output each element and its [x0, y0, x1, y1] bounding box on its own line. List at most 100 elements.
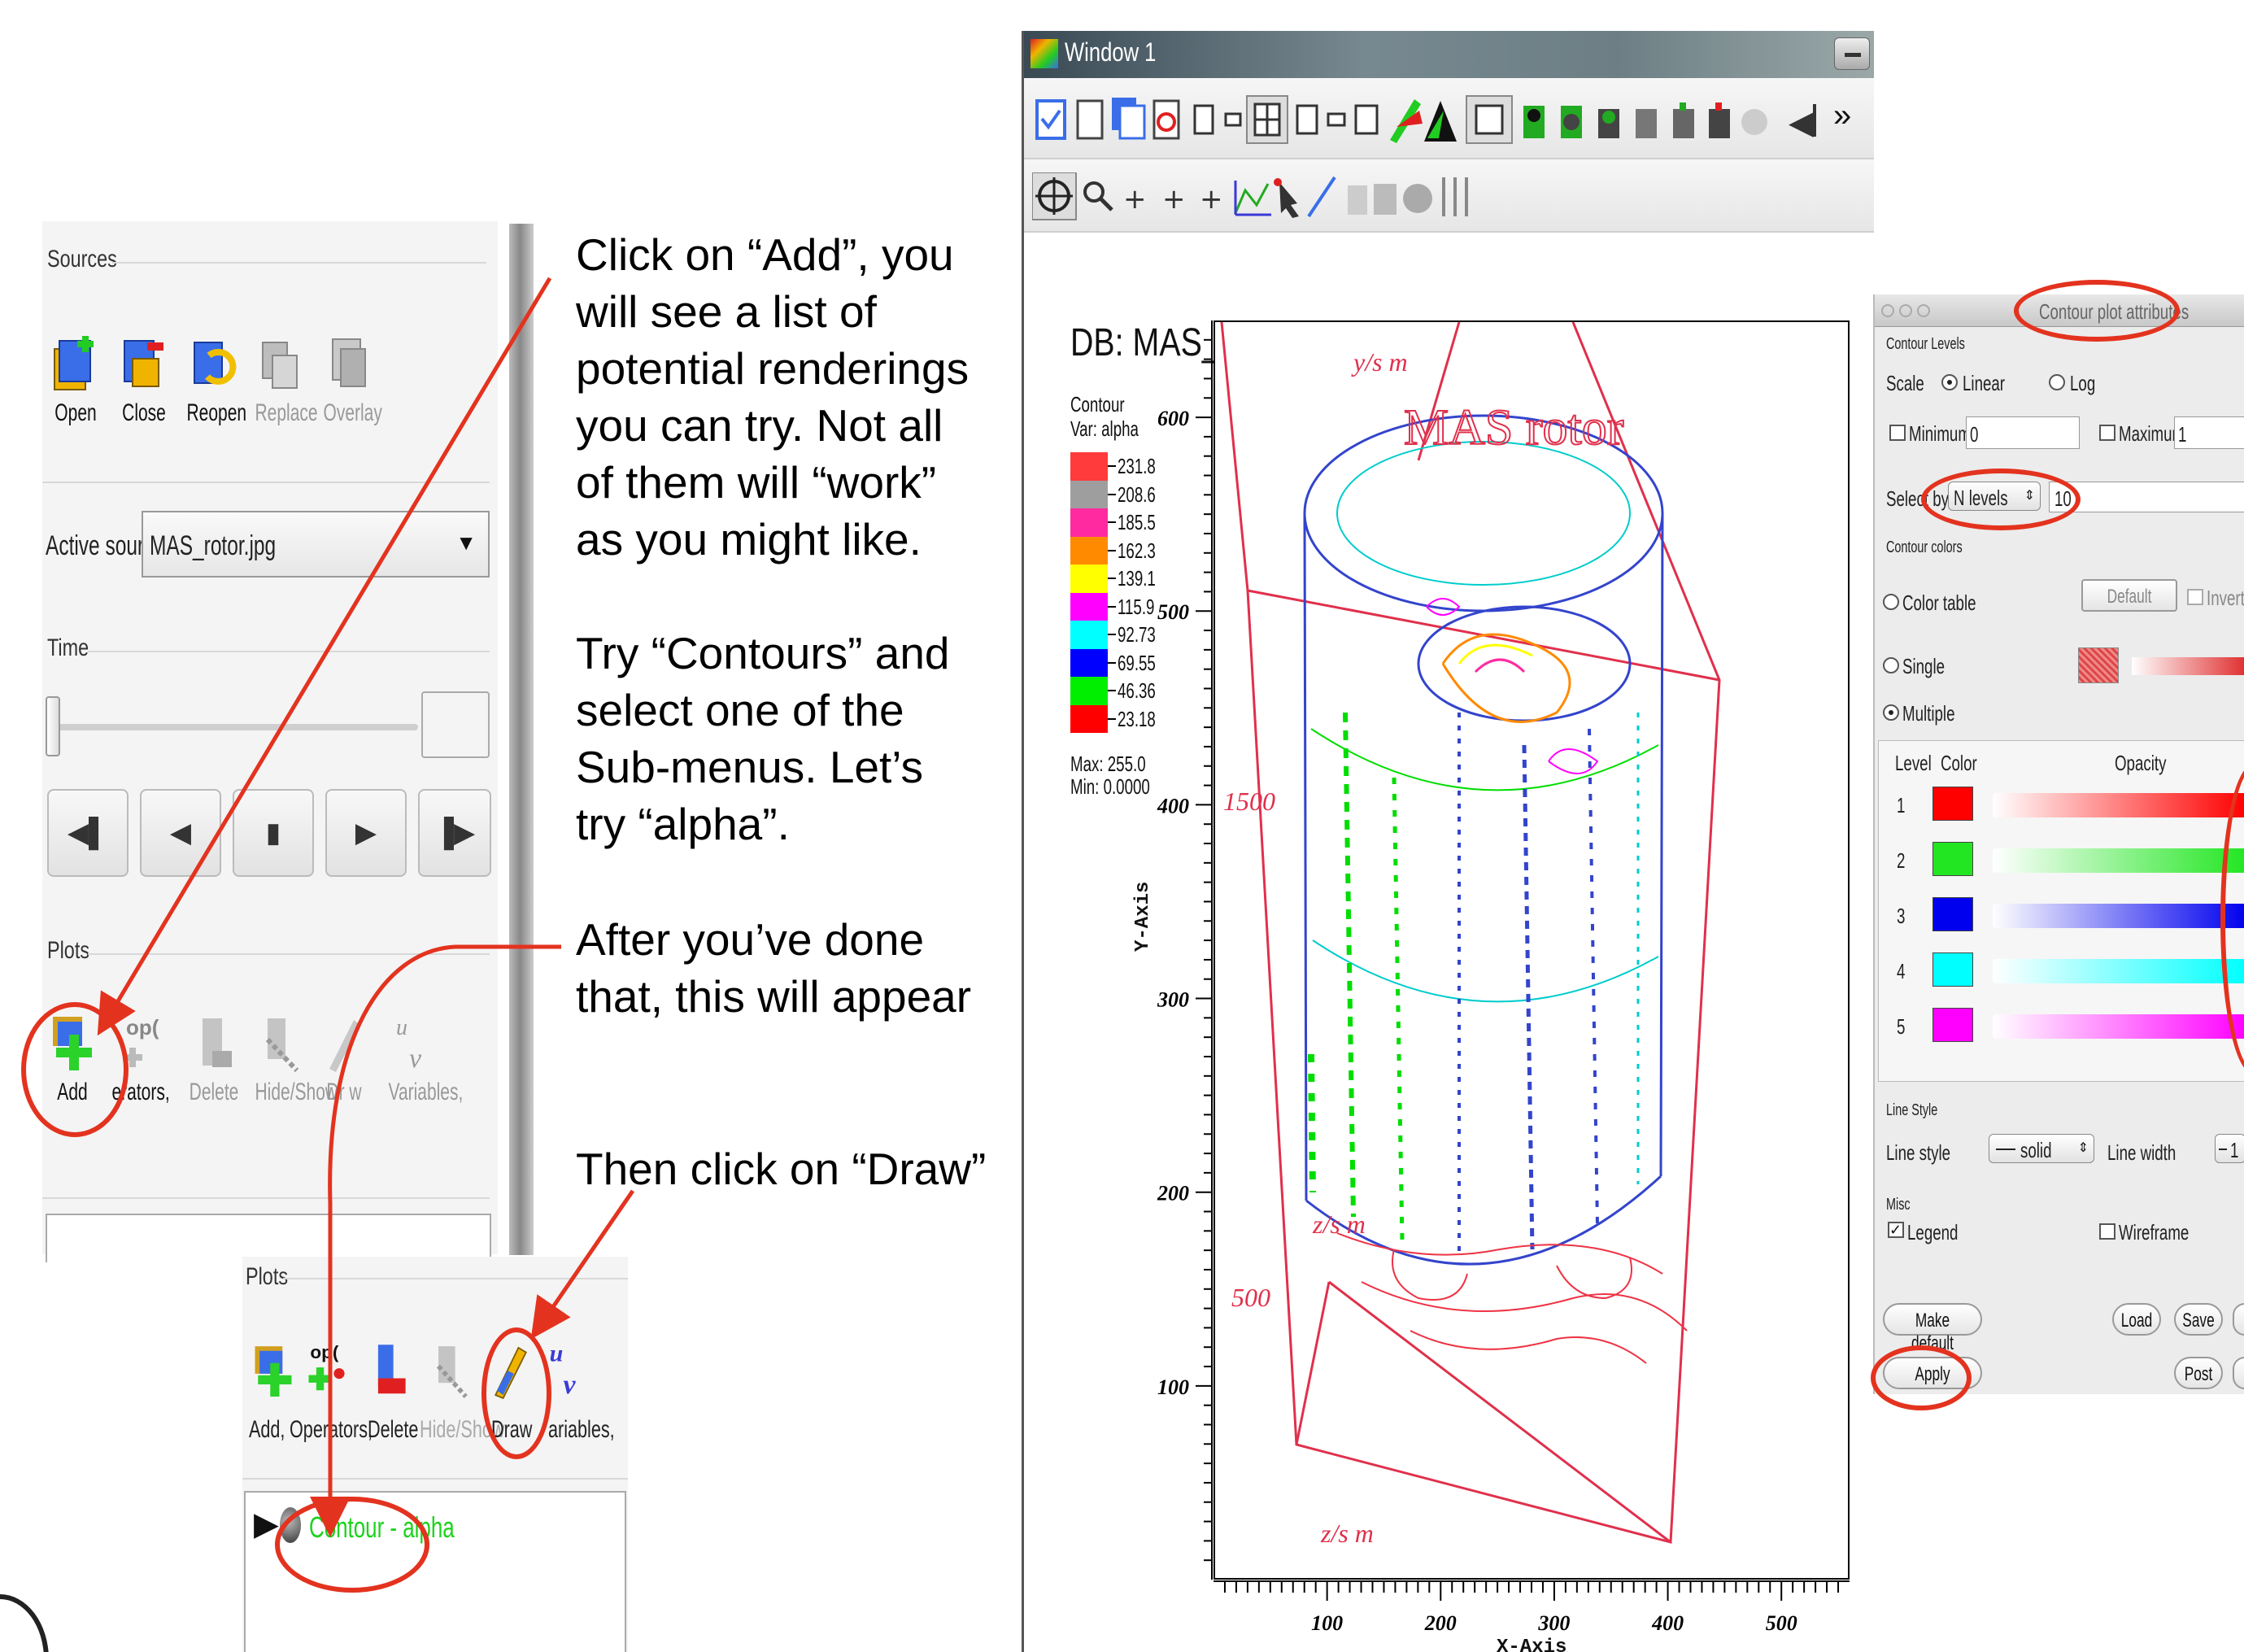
opacity-col-header: Opacity: [2115, 751, 2167, 775]
plots-bottom-divider: [42, 1197, 490, 1199]
hide-show-icon: [436, 1346, 468, 1398]
level-opacity-slider[interactable]: [1993, 848, 2244, 873]
invert-label: Invert: [2207, 586, 2244, 610]
layout-4x4-icon: [1354, 104, 1379, 135]
load-button[interactable]: Load: [2112, 1303, 2161, 1336]
wireframe-label: Wireframe: [2119, 1220, 2190, 1244]
variables-button[interactable]: u v Variables,: [377, 1010, 464, 1106]
level-opacity-slider[interactable]: [1993, 959, 2244, 983]
single-radio[interactable]: [1883, 657, 1899, 673]
multiple-radio[interactable]: [1883, 704, 1899, 721]
toolbar-overflow-icon[interactable]: »: [1833, 98, 1851, 134]
forward-step-button[interactable]: ▐▶: [418, 789, 491, 877]
chevron-down-icon: ▼: [455, 530, 477, 555]
play-button[interactable]: ▶: [325, 789, 407, 877]
close-window-icon[interactable]: [1881, 304, 1894, 317]
plot-viewport[interactable]: MAS rotor y/s m z/s m z/s m 1500 500: [1214, 320, 1850, 1580]
y-tick-label: 200: [1157, 1182, 1189, 1205]
legend-tick: [1108, 690, 1116, 691]
time-slider-handle[interactable]: [46, 696, 60, 756]
window-titlebar[interactable]: Window 1: [1024, 31, 1874, 78]
level-color-swatch[interactable]: [1932, 842, 1973, 876]
draw-label: Dr w: [326, 1079, 362, 1105]
open-button[interactable]: Open: [39, 331, 112, 427]
legend-tick: [1108, 605, 1116, 608]
minimum-checkbox[interactable]: [1889, 425, 1906, 441]
close-button[interactable]: Close: [107, 331, 181, 427]
stop-button[interactable]: ▮: [233, 789, 314, 877]
line-style-dropdown[interactable]: solid ⇕: [1989, 1134, 2094, 1163]
default-button[interactable]: Default: [2081, 579, 2177, 612]
level-opacity-slider[interactable]: [1993, 904, 2244, 928]
variables-button-2[interactable]: u v: [545, 1335, 594, 1407]
svg-text:u: u: [396, 1015, 407, 1040]
color-table-radio[interactable]: [1883, 594, 1899, 610]
minimize-window-icon[interactable]: [1899, 304, 1912, 317]
minimum-field[interactable]: 0: [1966, 416, 2080, 449]
legend-max: Max: 255.0: [1070, 752, 1146, 776]
wireframe-checkbox[interactable]: [2099, 1223, 2115, 1240]
level-opacity-slider[interactable]: [1993, 1014, 2244, 1039]
time-slider-track[interactable]: [49, 724, 418, 730]
level-color-swatch[interactable]: [1932, 1008, 1973, 1042]
dismiss-button[interactable]: [2233, 1357, 2244, 1389]
panel-splitter[interactable]: [509, 224, 534, 1255]
operators-button-2[interactable]: op(: [303, 1335, 351, 1407]
time-state-field[interactable]: [421, 691, 490, 758]
replace-icon: [255, 331, 307, 399]
level-color-swatch[interactable]: [1932, 787, 1973, 821]
draw-button[interactable]: Dr w: [307, 1010, 381, 1106]
make-default-button[interactable]: Make default: [1883, 1303, 1982, 1354]
line-width-dropdown[interactable]: 1: [2215, 1134, 2244, 1163]
level-opacity-slider[interactable]: [1993, 793, 2244, 817]
add-plot-button-2[interactable]: [249, 1338, 298, 1410]
reset-button[interactable]: [2233, 1303, 2244, 1336]
contour-attributes-window: Contour plot attributes Contour Levels S…: [1873, 294, 2244, 1394]
highlight-apply-oval: [1871, 1345, 1972, 1410]
reverse-play-button[interactable]: ◀: [140, 789, 221, 877]
multiple-label: Multiple: [1902, 701, 1955, 726]
zoom-window-icon[interactable]: [1917, 304, 1930, 317]
level-color-swatch[interactable]: [1932, 897, 1973, 931]
save-button[interactable]: Save: [2174, 1303, 2223, 1336]
scale-log-radio[interactable]: [2049, 374, 2065, 390]
close-label: Close: [122, 399, 166, 426]
delete-button-2[interactable]: [364, 1338, 413, 1410]
single-opacity-slider[interactable]: [2132, 657, 2244, 675]
stop-icon: ▮: [265, 817, 281, 848]
legend-tick: [1108, 521, 1116, 523]
svg-text:y/s m: y/s m: [1351, 347, 1408, 377]
line-width-label: Line width: [2107, 1140, 2176, 1165]
post-button[interactable]: Post: [2174, 1357, 2223, 1389]
delete-button[interactable]: Delete: [177, 1010, 251, 1106]
overlay-button[interactable]: Overlay: [312, 331, 386, 427]
scale-linear-label: Linear: [1963, 371, 2006, 395]
scale-linear-radio[interactable]: [1941, 374, 1958, 390]
reopen-button[interactable]: Reopen: [176, 331, 249, 427]
plane-tool-icon: [1348, 185, 1367, 215]
hide-show-button-2[interactable]: [426, 1338, 475, 1410]
replace-button[interactable]: Replace: [244, 331, 318, 427]
plot-list-box[interactable]: [46, 1214, 491, 1262]
minimize-button[interactable]: [1834, 37, 1870, 70]
level-color-swatch[interactable]: [1932, 952, 1973, 987]
line-tool-icon: [1307, 176, 1336, 218]
maximum-checkbox[interactable]: [2099, 425, 2115, 441]
layout-3x3-icon: [1296, 104, 1318, 135]
operators-label-2: Operators,: [290, 1416, 373, 1443]
invert-checkbox[interactable]: [2187, 589, 2203, 605]
legend-tick: [1108, 578, 1116, 579]
new-window-icon: [1035, 99, 1066, 140]
legend-tick: [1108, 465, 1116, 467]
open-label: Open: [54, 399, 97, 426]
maximum-field[interactable]: 1: [2174, 416, 2244, 449]
line-style-label: Line style: [1886, 1140, 1951, 1165]
forward-step-icon: ▐▶: [434, 817, 476, 848]
legend-tick: [1108, 634, 1116, 635]
active-source-select[interactable]: MAS_rotor.jpg ▼: [142, 511, 490, 578]
legend-checkbox[interactable]: ✓: [1888, 1222, 1904, 1238]
hide-show-button[interactable]: Hide/Show: [244, 1010, 338, 1106]
single-color-swatch[interactable]: [2078, 647, 2119, 683]
svg-text:op(: op(: [310, 1342, 338, 1362]
reverse-step-button[interactable]: ◀▌: [47, 789, 129, 877]
